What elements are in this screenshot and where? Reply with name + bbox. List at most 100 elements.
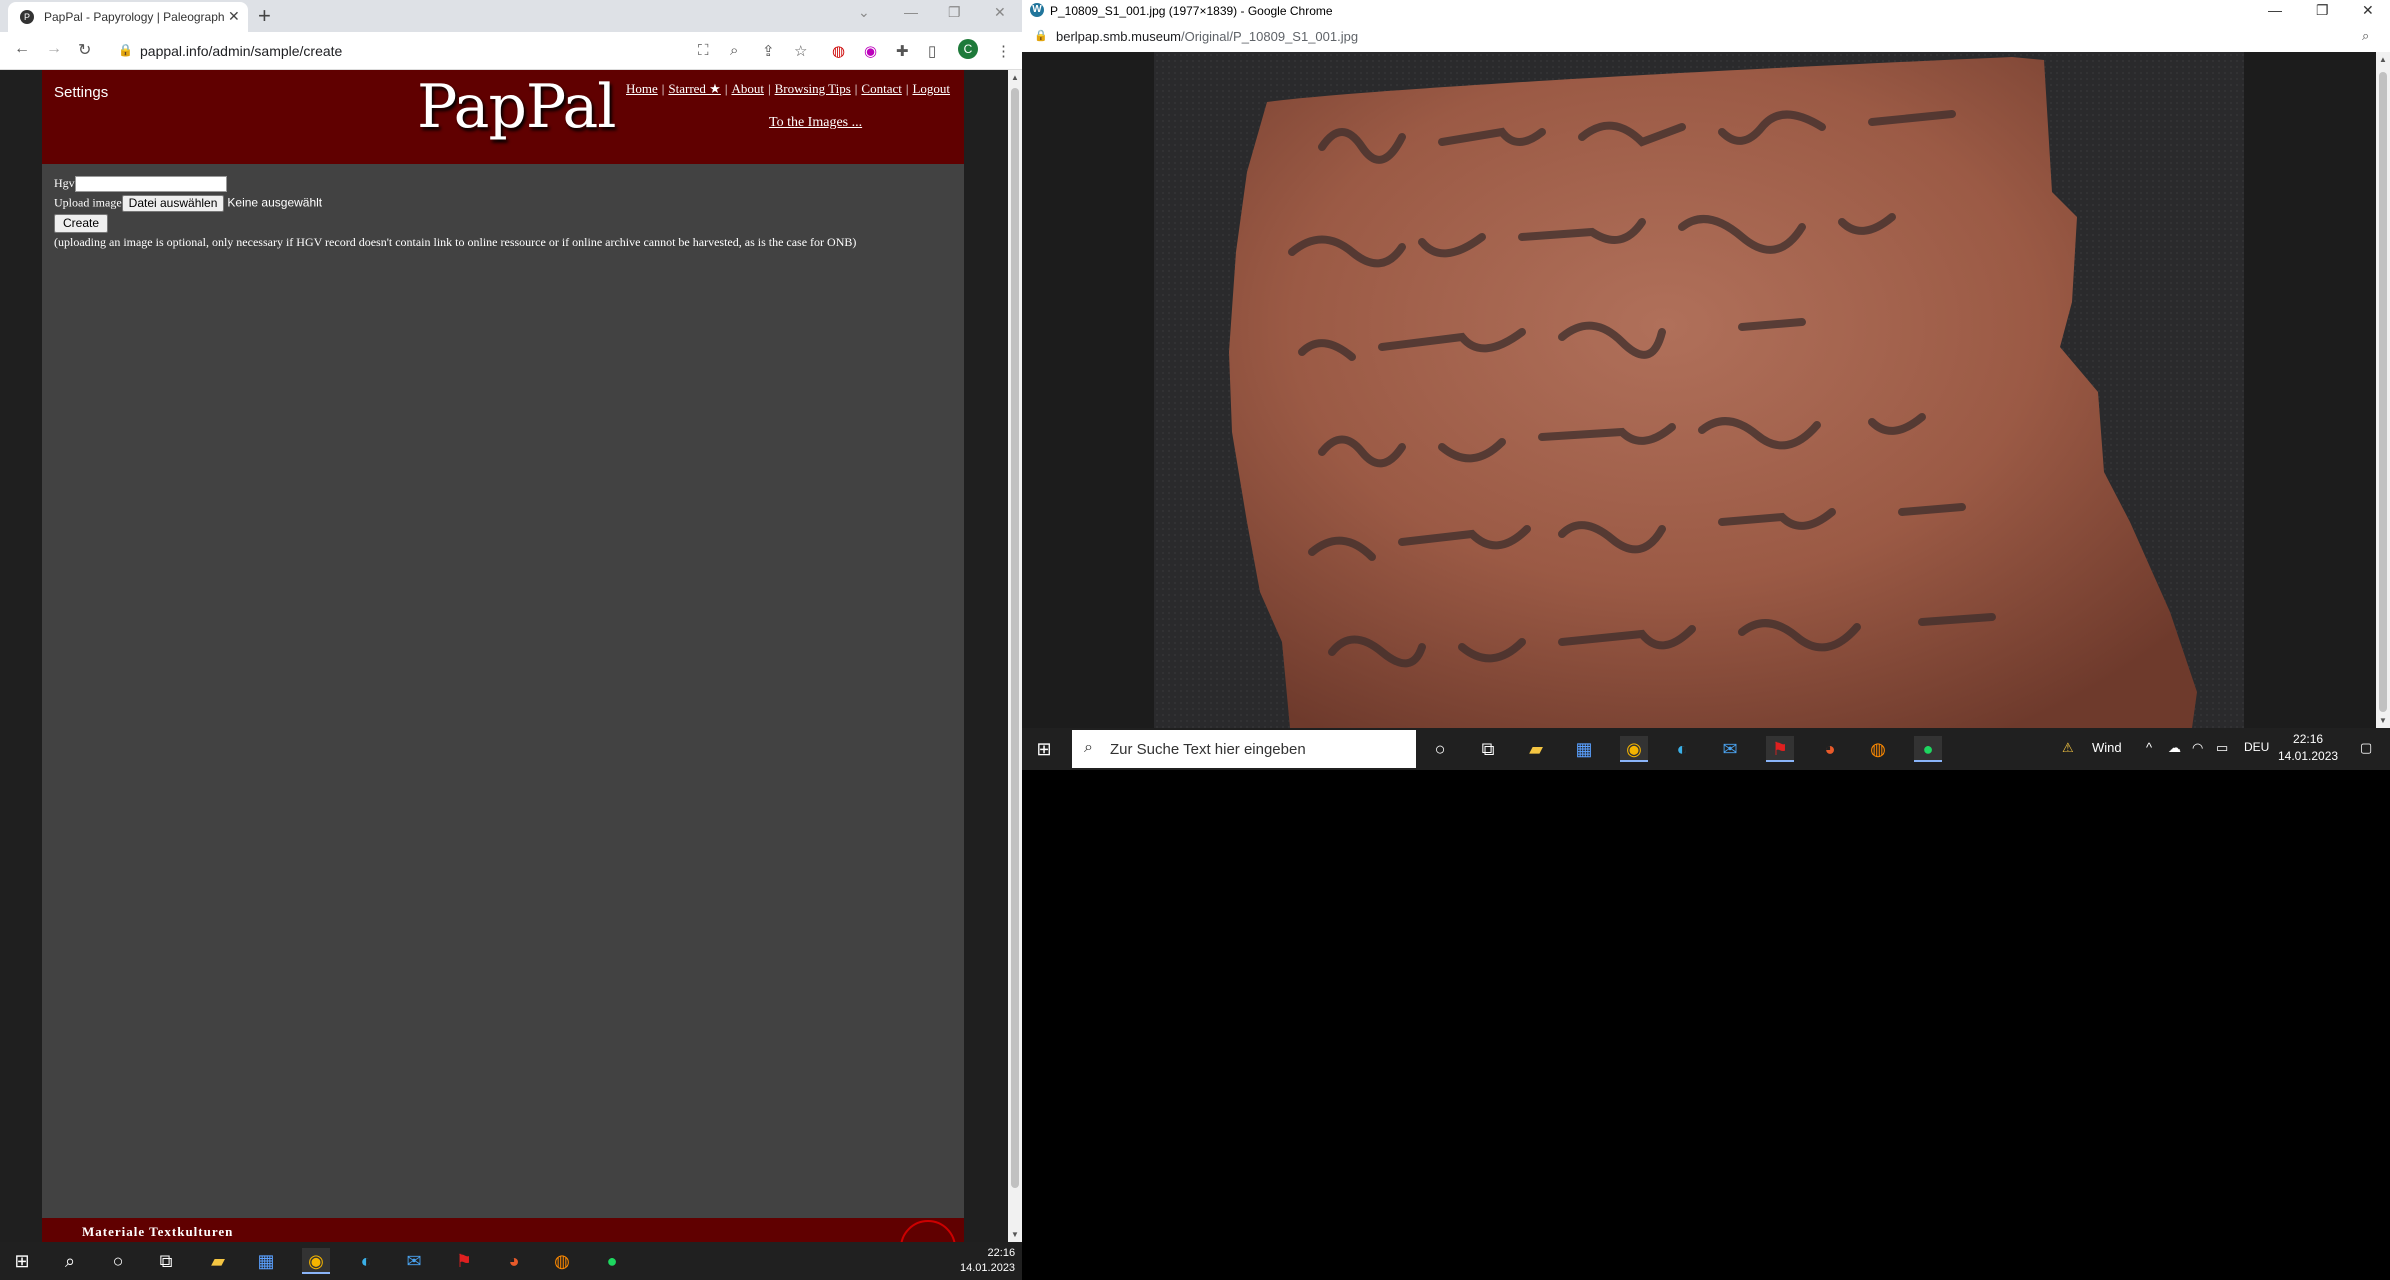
url-text: pappal.info/admin/sample/create: [140, 43, 343, 59]
browser-toolbar: ← → ↻ 🔒 pappal.info/admin/sample/create …: [0, 32, 1022, 70]
store-icon[interactable]: ▦: [1570, 736, 1598, 762]
reload-icon[interactable]: ↻: [78, 40, 91, 60]
close-window-icon[interactable]: ✕: [2362, 2, 2374, 19]
cortana-icon[interactable]: ○: [104, 1248, 132, 1274]
minimize-icon[interactable]: —: [904, 4, 918, 20]
papyrus-fragment-image[interactable]: [1022, 52, 2376, 728]
hgv-label: Hgv: [54, 176, 75, 190]
settings-link[interactable]: Settings: [54, 84, 108, 101]
nav-home[interactable]: Home: [626, 81, 658, 96]
create-button[interactable]: Create: [54, 214, 109, 233]
address-bar[interactable]: 🔒 pappal.info/admin/sample/create: [110, 37, 690, 65]
restore-icon[interactable]: ❐: [948, 4, 961, 21]
file-explorer-icon[interactable]: ▰: [1522, 736, 1550, 762]
tab-close-icon[interactable]: ✕: [228, 8, 240, 25]
spotify-icon[interactable]: ●: [598, 1248, 626, 1274]
mail-icon[interactable]: ✉: [400, 1248, 428, 1274]
firefox-icon[interactable]: ◍: [548, 1248, 576, 1274]
scroll-thumb[interactable]: [2379, 72, 2387, 712]
windows-start-icon[interactable]: ⊞: [1030, 736, 1058, 762]
right-clock-date: 14.01.2023: [2278, 749, 2339, 763]
scroll-down-icon[interactable]: ▼: [2379, 716, 2387, 725]
powerpoint-icon[interactable]: ◕: [1816, 736, 1844, 762]
task-view-icon[interactable]: ⧉: [152, 1248, 180, 1274]
back-icon[interactable]: ←: [14, 40, 30, 58]
to-images-link[interactable]: To the Images ...: [769, 115, 862, 131]
popup-address-bar[interactable]: 🔒 berlpap.smb.museum/Original/P_10809_S1…: [1022, 22, 2390, 52]
weather-icon[interactable]: ⚠: [2062, 740, 2074, 756]
weather-text[interactable]: Wind: [2092, 740, 2122, 755]
scroll-up-icon[interactable]: ▲: [2379, 55, 2387, 64]
share-icon[interactable]: ⇪: [762, 42, 775, 60]
upload-note: (uploading an image is optional, only ne…: [54, 235, 857, 249]
wifi-icon[interactable]: ◠: [2192, 740, 2203, 756]
pappal-favicon-icon: P: [20, 10, 34, 24]
mail-icon[interactable]: ✉: [1716, 736, 1744, 762]
tab-search-icon[interactable]: ⌄: [858, 4, 870, 21]
hgv-input[interactable]: [74, 176, 227, 193]
choose-file-button[interactable]: Datei auswählen: [121, 195, 225, 212]
nav-starred[interactable]: Starred ★: [668, 81, 720, 96]
notifications-icon[interactable]: ▢: [2360, 740, 2372, 756]
scroll-down-icon[interactable]: ▼: [1011, 1230, 1019, 1239]
taskbar-search-box[interactable]: ⌕ Zur Suche Text hier eingeben: [1072, 730, 1416, 768]
edge-icon[interactable]: ◐: [1668, 736, 1696, 762]
battery-icon[interactable]: ▭: [2216, 740, 2228, 756]
extensions-puzzle-icon[interactable]: ✚: [896, 42, 909, 60]
search-icon[interactable]: ⌕: [56, 1248, 84, 1274]
side-panel-icon[interactable]: ▯: [928, 42, 936, 60]
left-clock[interactable]: 22:16 14.01.2023: [960, 1246, 1015, 1276]
menu-kebab-icon[interactable]: ⋮: [996, 42, 1011, 60]
nav-logout[interactable]: Logout: [912, 81, 950, 96]
edge-icon[interactable]: ◐: [352, 1248, 380, 1274]
translate-icon[interactable]: ⛶: [698, 42, 709, 59]
pappal-header: Settings PapPal Home | Starred ★ | About | Bro…: [42, 70, 964, 164]
extension-purple-icon[interactable]: ◉: [864, 42, 877, 60]
zoom-icon[interactable]: ⌕: [2362, 28, 2369, 44]
right-clock-time: 22:16: [2293, 732, 2324, 746]
store-icon[interactable]: ▦: [252, 1248, 280, 1274]
minimize-icon[interactable]: —: [2268, 2, 2282, 18]
pappal-footer: Materiale Textkulturen: [42, 1218, 964, 1276]
acrobat-icon[interactable]: ⚑: [1766, 736, 1794, 762]
acrobat-icon[interactable]: ⚑: [450, 1248, 478, 1274]
restore-icon[interactable]: ❐: [2316, 2, 2329, 19]
page-scrollbar[interactable]: ▲ ▼: [1008, 70, 1022, 1242]
file-status: Keine ausgewählt: [227, 195, 323, 210]
left-clock-time: 22:16: [987, 1247, 1016, 1259]
tab-pappal[interactable]: P PapPal - Papyrology | Paleograph ✕: [8, 2, 248, 32]
file-explorer-icon[interactable]: ▰: [204, 1248, 232, 1274]
nav-browsing-tips[interactable]: Browsing Tips: [775, 81, 851, 96]
cortana-icon[interactable]: ○: [1426, 736, 1454, 762]
window-title: P_10809_S1_001.jpg (1977×1839) - Google …: [1050, 4, 1333, 18]
onedrive-icon[interactable]: ☁: [2168, 740, 2181, 756]
left-taskbar: ⊞ ⌕ ○ ⧉ ▰ ▦ ◉ ◐ ✉ ⚑ ◕ ◍ ● 22:16 14.01.20…: [0, 1242, 1022, 1280]
lock-icon: 🔒: [1034, 30, 1048, 42]
bookmark-star-icon[interactable]: ☆: [794, 42, 807, 60]
zoom-icon[interactable]: ⌕: [730, 42, 738, 59]
right-clock[interactable]: 22:16 14.01.2023: [2278, 731, 2338, 765]
profile-avatar[interactable]: C: [958, 39, 978, 59]
new-tab-icon[interactable]: +: [258, 3, 271, 29]
chrome-icon[interactable]: ◉: [302, 1248, 330, 1274]
spotify-icon[interactable]: ●: [1914, 736, 1942, 762]
scroll-up-icon[interactable]: ▲: [1011, 73, 1019, 82]
top-nav: Home | Starred ★ | About | Browsing Tips | Conta…: [626, 81, 951, 96]
nav-about[interactable]: About: [731, 81, 764, 96]
forward-icon[interactable]: →: [46, 40, 62, 58]
powerpoint-icon[interactable]: ◕: [500, 1248, 528, 1274]
scroll-thumb[interactable]: [1011, 88, 1019, 1188]
task-view-icon[interactable]: ⧉: [1474, 736, 1502, 762]
firefox-icon[interactable]: ◍: [1864, 736, 1892, 762]
close-window-icon[interactable]: ✕: [994, 4, 1006, 21]
chrome-icon[interactable]: ◉: [1620, 736, 1648, 762]
windows-start-icon[interactable]: ⊞: [8, 1248, 36, 1274]
extension-red-icon[interactable]: ◍: [832, 42, 845, 60]
right-browser-window: W P_10809_S1_001.jpg (1977×1839) - Googl…: [1022, 0, 2390, 770]
viewer-scrollbar[interactable]: ▲ ▼: [2376, 52, 2390, 728]
nav-contact[interactable]: Contact: [861, 81, 901, 96]
search-icon: ⌕: [1084, 739, 1093, 756]
tray-chevron-icon[interactable]: ^: [2146, 740, 2152, 755]
pappal-logo[interactable]: PapPal: [417, 72, 616, 142]
language-indicator[interactable]: DEU: [2244, 740, 2269, 754]
